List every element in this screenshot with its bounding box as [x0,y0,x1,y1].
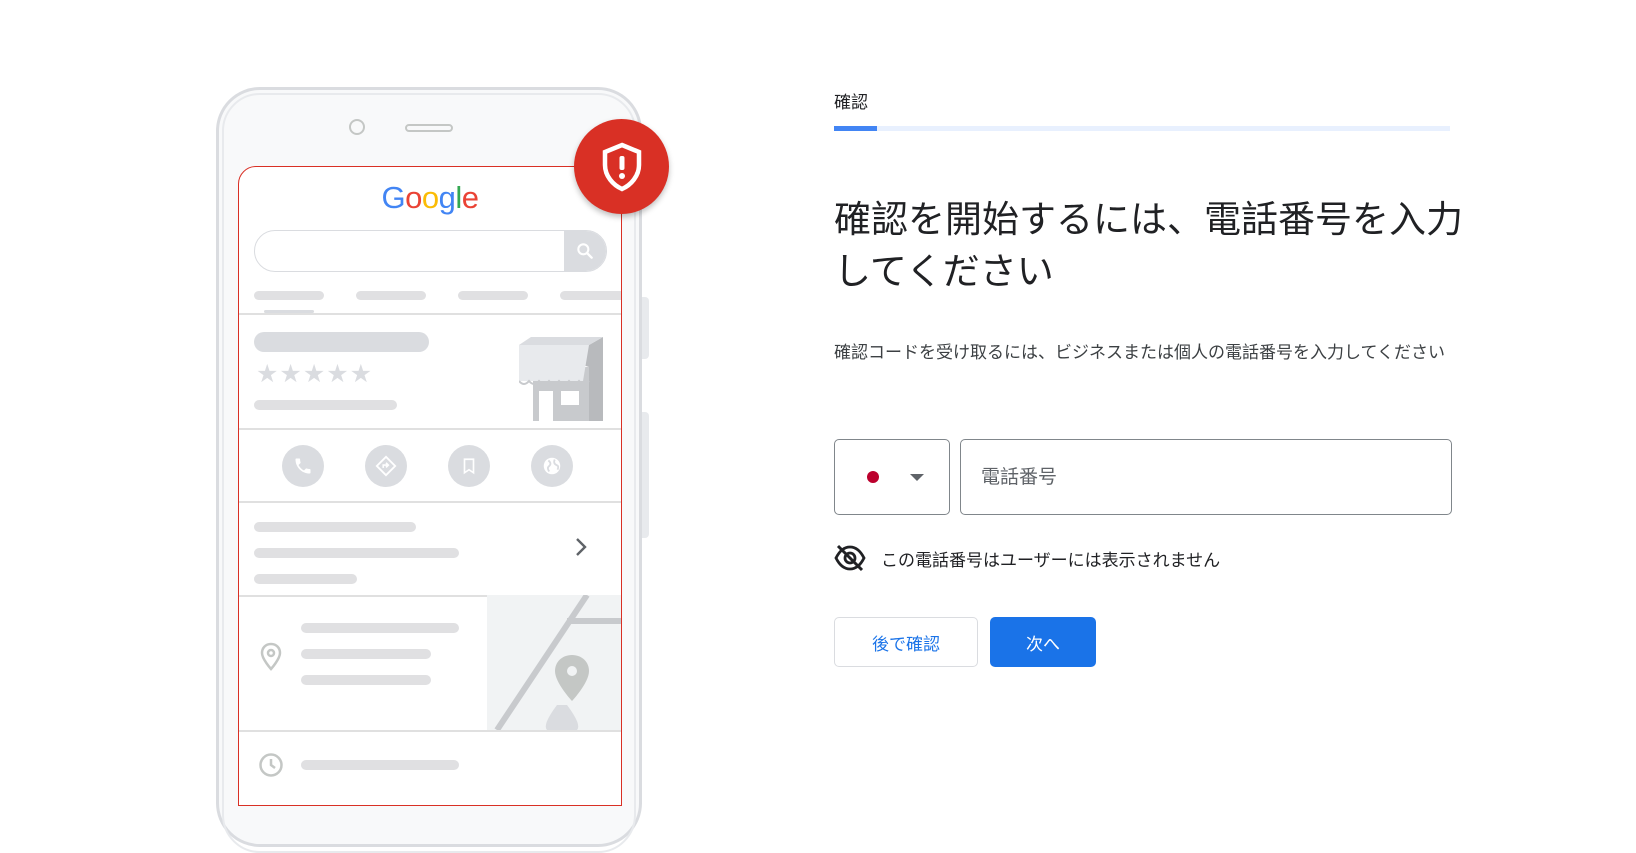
page-description: 確認コードを受け取るには、ビジネスまたは個人の電話番号を入力してください [834,343,1445,363]
phone-screen: Google ★★★★★ [238,166,622,806]
text-placeholder [301,623,459,633]
business-name-placeholder [254,332,429,352]
globe-icon [531,445,573,487]
google-logo: Google [381,180,479,215]
directions-icon [365,445,407,487]
phone-number-input[interactable] [960,439,1452,515]
shield-alert-icon [574,119,669,214]
divider [239,428,621,430]
divider [239,501,621,503]
chevron-right-icon [574,537,588,561]
privacy-note: この電話番号はユーザーには表示されません [834,541,1220,575]
text-placeholder [254,400,397,410]
country-code-select[interactable] [834,439,950,515]
clock-icon [258,752,284,782]
text-placeholder [254,548,459,558]
progress-bar-fill [834,126,878,131]
rating-stars: ★★★★★ [256,359,374,388]
speaker-icon [405,124,453,132]
search-bar-illustration [254,230,607,272]
step-label: 確認 [834,93,868,113]
verify-later-button[interactable]: 後で確認 [834,617,978,667]
bookmark-icon [448,445,490,487]
tab-placeholder [458,291,528,300]
visibility-off-icon [834,544,866,572]
text-placeholder [301,675,431,685]
tab-placeholder [254,291,324,300]
divider [239,730,621,732]
tab-placeholder [560,291,621,300]
next-button[interactable]: 次へ [990,617,1096,667]
map-thumbnail [487,595,621,730]
progress-bar [834,126,1450,131]
privacy-note-text: この電話番号はユーザーには表示されません [881,550,1221,571]
location-pin-icon [259,642,283,676]
search-icon [564,231,606,271]
page-title: 確認を開始するには、電話番号を入力してください [834,198,1463,293]
text-placeholder [301,649,431,659]
phone-side-button [642,297,649,359]
divider [239,313,621,315]
phone-side-button [642,412,649,538]
tab-placeholder [356,291,426,300]
camera-icon [349,119,365,135]
text-placeholder [254,522,416,532]
phone-icon [282,445,324,487]
text-placeholder [301,760,459,770]
text-placeholder [254,574,357,584]
storefront-icon [518,337,603,425]
dropdown-caret-icon [910,474,924,481]
japan-flag-icon [867,471,879,483]
